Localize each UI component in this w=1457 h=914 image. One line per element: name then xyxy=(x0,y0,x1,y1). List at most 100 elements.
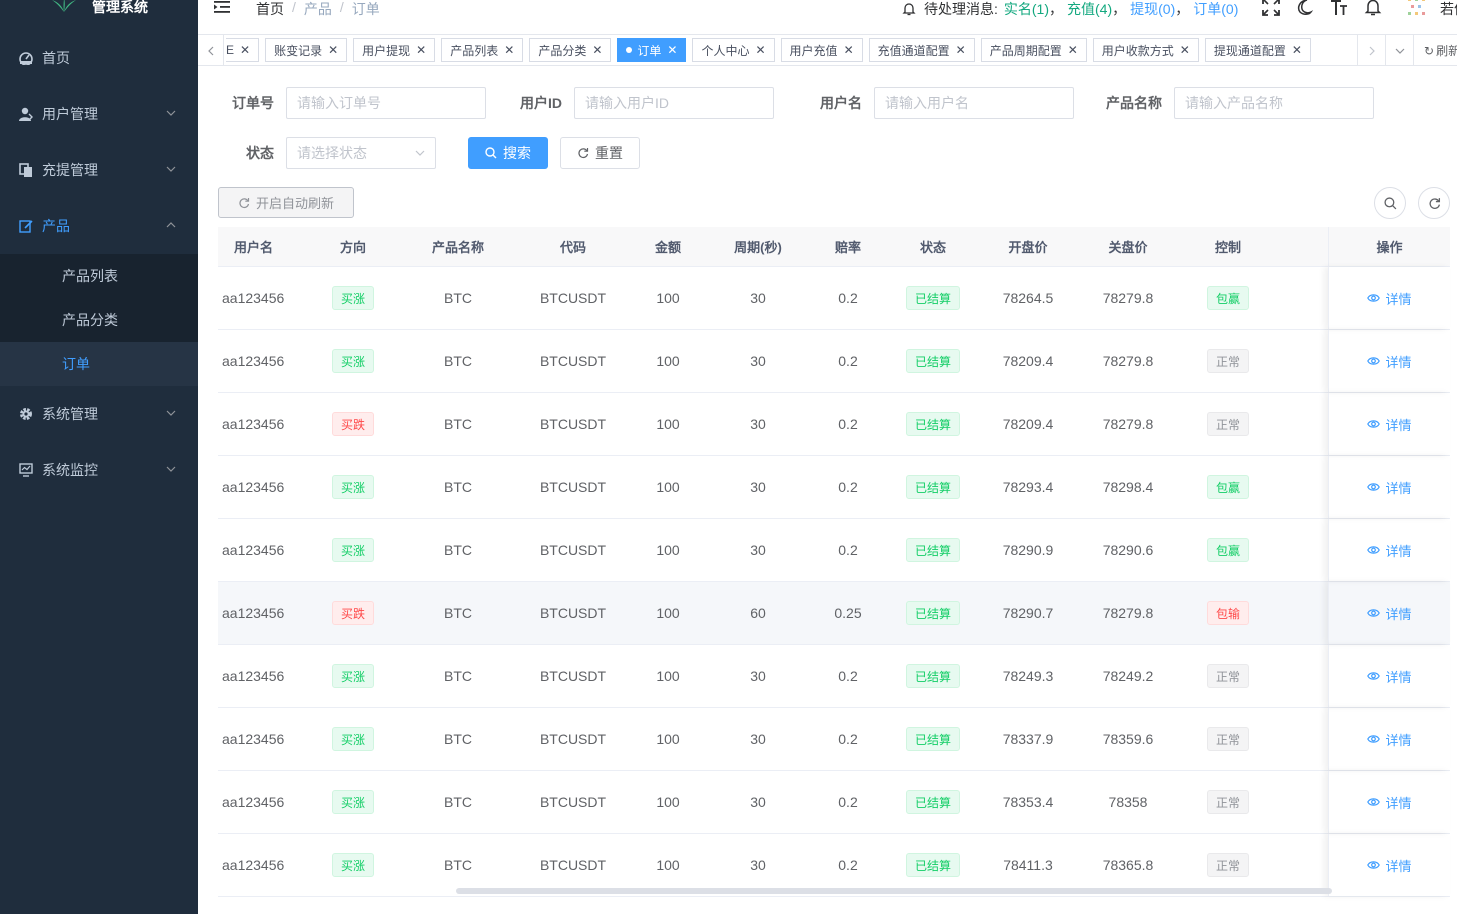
product-name-label: 产品名称 xyxy=(1106,95,1162,111)
reset-button[interactable]: 重置 xyxy=(560,137,640,169)
fullscreen-icon[interactable] xyxy=(1262,0,1280,16)
table-cell-actions: 详情 xyxy=(1328,834,1450,896)
order-no-input[interactable]: 请输入订单号 xyxy=(286,87,486,119)
direction-badge: 买涨 xyxy=(331,349,374,373)
close-icon[interactable]: ✕ xyxy=(1068,43,1078,57)
table-row[interactable]: aa123456 买涨 BTC BTCUSDT 100 30 0.2 已结算 78290.9 78… xyxy=(218,519,1450,582)
sidebar-item-product-category[interactable]: 产品分类 xyxy=(0,298,198,342)
tag-item[interactable]: 充值通道配置 ✕ xyxy=(868,38,975,62)
close-icon[interactable]: ✕ xyxy=(667,43,677,57)
close-icon[interactable]: ✕ xyxy=(240,43,250,57)
detail-link[interactable]: 详情 xyxy=(1367,541,1412,560)
detail-link[interactable]: 详情 xyxy=(1367,856,1412,875)
search-button[interactable]: 搜索 xyxy=(468,137,548,169)
detail-link[interactable]: 详情 xyxy=(1367,793,1412,812)
detail-link[interactable]: 详情 xyxy=(1367,478,1412,497)
close-icon[interactable]: ✕ xyxy=(416,43,426,57)
username[interactable]: 若依 xyxy=(1440,0,1457,19)
auto-refresh-button[interactable]: 开启自动刷新 xyxy=(218,187,354,218)
user-id-input[interactable]: 请输入用户ID xyxy=(574,87,774,119)
pending-link-deposit[interactable]: 充值(4) xyxy=(1067,0,1112,19)
table-row[interactable]: aa123456 买跌 BTC BTCUSDT 100 60 0.25 已结算 78290.7 7… xyxy=(218,582,1450,645)
table-row[interactable]: aa123456 买涨 BTC BTCUSDT 100 30 0.2 已结算 78264.5 78… xyxy=(218,267,1450,330)
tag-item[interactable]: 提现通道配置 ✕ xyxy=(1204,38,1311,62)
detail-link[interactable]: 详情 xyxy=(1367,730,1412,749)
table-row[interactable]: aa123456 买涨 BTC BTCUSDT 100 30 0.2 已结算 78209.4 78… xyxy=(218,330,1450,393)
close-icon[interactable]: ✕ xyxy=(1180,43,1190,57)
pending-link-withdraw[interactable]: 提现(0) xyxy=(1130,0,1175,19)
sidebar-item-home[interactable]: 首页 xyxy=(0,30,198,86)
active-dot xyxy=(626,47,633,53)
avatar[interactable] xyxy=(1406,0,1428,18)
notification-bell-icon[interactable] xyxy=(1364,0,1382,16)
detail-link[interactable]: 详情 xyxy=(1367,289,1412,308)
detail-link[interactable]: 详情 xyxy=(1367,415,1412,434)
column-header: 开盘价 xyxy=(1008,240,1048,255)
tags-menu-button[interactable] xyxy=(1385,35,1413,66)
cell-product-name: BTC xyxy=(444,794,472,810)
sidebar-item-product[interactable]: 产品 xyxy=(0,198,198,254)
table-cell: 已结算 xyxy=(868,708,998,770)
tag-item[interactable]: 用户提现 ✕ xyxy=(353,38,436,62)
tag-item[interactable]: 产品分类 ✕ xyxy=(529,38,612,62)
sidebar-item-system-management[interactable]: 系统管理 xyxy=(0,386,198,442)
moon-icon[interactable] xyxy=(1296,0,1314,16)
status-select[interactable]: 请选择状态 xyxy=(286,137,436,169)
username-input[interactable]: 请输入用户名 xyxy=(874,87,1074,119)
cell-product-name: BTC xyxy=(444,857,472,873)
sidebar-item-orders[interactable]: 订单 xyxy=(0,342,198,386)
sidebar-item-product-list[interactable]: 产品列表 xyxy=(0,254,198,298)
horizontal-scrollbar[interactable] xyxy=(456,888,1332,894)
detail-link[interactable]: 详情 xyxy=(1367,604,1412,623)
tags-scroll-right-button[interactable] xyxy=(1357,35,1385,66)
table-row[interactable]: aa123456 买涨 BTC BTCUSDT 100 30 0.2 已结算 78353.4 78… xyxy=(218,771,1450,834)
control-badge: 包输 xyxy=(1206,601,1249,625)
hamburger-icon[interactable] xyxy=(214,0,232,16)
sidebar-menu: 首页 用户管理 充提管理 产品 产品列表 产品分类 订单 系统管理 系统监控 xyxy=(0,30,198,498)
close-icon[interactable]: ✕ xyxy=(956,43,966,57)
breadcrumb-product[interactable]: 产品 xyxy=(304,0,332,19)
cell-amount: 100 xyxy=(656,416,680,432)
direction-badge: 买跌 xyxy=(331,601,374,625)
product-name-input[interactable]: 请输入产品名称 xyxy=(1174,87,1374,119)
refresh-table-button[interactable] xyxy=(1418,187,1450,219)
pending-link-realname[interactable]: 实名(1) xyxy=(1004,0,1049,19)
tag-item[interactable]: 账变记录 ✕ xyxy=(265,38,348,62)
close-icon[interactable]: ✕ xyxy=(504,43,514,57)
font-size-icon[interactable] xyxy=(1330,0,1348,16)
toggle-search-button[interactable] xyxy=(1374,187,1406,219)
close-icon[interactable]: ✕ xyxy=(844,43,854,57)
table-row[interactable]: aa123456 买涨 BTC BTCUSDT 100 30 0.2 已结算 78293.4 78… xyxy=(218,456,1450,519)
close-icon[interactable]: ✕ xyxy=(328,43,338,57)
close-icon[interactable]: ✕ xyxy=(755,43,765,57)
table-row[interactable]: aa123456 买跌 BTC BTCUSDT 100 30 0.2 已结算 78209.4 78… xyxy=(218,393,1450,456)
table-cell: 100 xyxy=(648,393,688,455)
table-row[interactable]: aa123456 买涨 BTC BTCUSDT 100 30 0.2 已结算 78337.9 78… xyxy=(218,708,1450,771)
tags-scroll-left-button[interactable] xyxy=(198,35,224,66)
tag-item[interactable]: 用户收款方式 ✕ xyxy=(1092,38,1199,62)
table-row[interactable]: aa123456 买涨 BTC BTCUSDT 100 30 0.2 已结算 78249.3 78… xyxy=(218,645,1450,708)
gear-icon xyxy=(18,406,34,422)
close-icon[interactable]: ✕ xyxy=(592,43,602,57)
close-icon[interactable]: ✕ xyxy=(1292,43,1302,57)
tag-item[interactable]: 产品列表 ✕ xyxy=(441,38,524,62)
tag-item[interactable]: 产品周期配置 ✕ xyxy=(980,38,1087,62)
tags-refresh-button[interactable]: ↻刷新 xyxy=(1413,35,1457,66)
pending-link-orders[interactable]: 订单(0) xyxy=(1193,0,1238,19)
tag-item[interactable]: 个人中心 ✕ xyxy=(692,38,775,62)
cell-amount: 100 xyxy=(656,605,680,621)
detail-link[interactable]: 详情 xyxy=(1367,667,1412,686)
table-cell: 包输 xyxy=(1198,582,1258,644)
tag-item[interactable]: E ✕ xyxy=(226,38,260,62)
chevron-down-icon xyxy=(166,110,176,116)
breadcrumb-home[interactable]: 首页 xyxy=(256,0,284,19)
table-cell: BTCUSDT xyxy=(498,267,648,329)
sidebar-item-user-management[interactable]: 用户管理 xyxy=(0,86,198,142)
sidebar-item-deposit-withdraw[interactable]: 充提管理 xyxy=(0,142,198,198)
table-cell: 78411.3 xyxy=(998,834,1058,896)
tag-item[interactable]: 用户充值 ✕ xyxy=(780,38,863,62)
cell-open-price: 78353.4 xyxy=(1002,794,1054,810)
detail-link[interactable]: 详情 xyxy=(1367,352,1412,371)
sidebar-item-system-monitor[interactable]: 系统监控 xyxy=(0,442,198,498)
tag-item-active[interactable]: 订单 ✕ xyxy=(617,38,687,62)
